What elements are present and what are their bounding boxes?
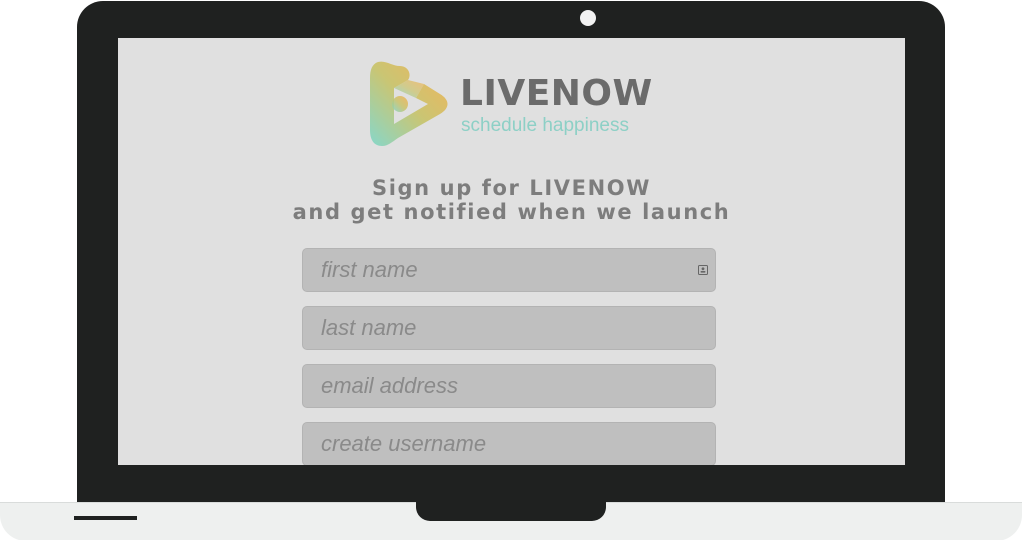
laptop-screen: LIVENOW schedule happiness Sign up for L… — [118, 38, 905, 465]
headline-line-2: and get notified when we launch — [292, 200, 731, 224]
brand-name: LIVENOW — [460, 73, 653, 114]
last-name-input[interactable] — [302, 306, 716, 350]
brand-tagline: schedule happiness — [461, 115, 629, 136]
brand-logo: LIVENOW schedule happiness — [368, 58, 668, 150]
headline-line-1: Sign up for LIVENOW — [372, 176, 651, 200]
play-logo-icon — [370, 61, 448, 146]
username-input[interactable] — [302, 422, 716, 465]
laptop-notch — [416, 502, 606, 521]
signup-headline: Sign up for LIVENOW and get notified whe… — [118, 176, 905, 224]
camera-dot — [580, 10, 596, 26]
contact-card-icon[interactable] — [698, 265, 708, 275]
email-input[interactable] — [302, 364, 716, 408]
laptop-mockup: LIVENOW schedule happiness Sign up for L… — [0, 0, 1022, 540]
laptop-base-line — [74, 516, 137, 520]
first-name-input[interactable] — [302, 248, 716, 292]
